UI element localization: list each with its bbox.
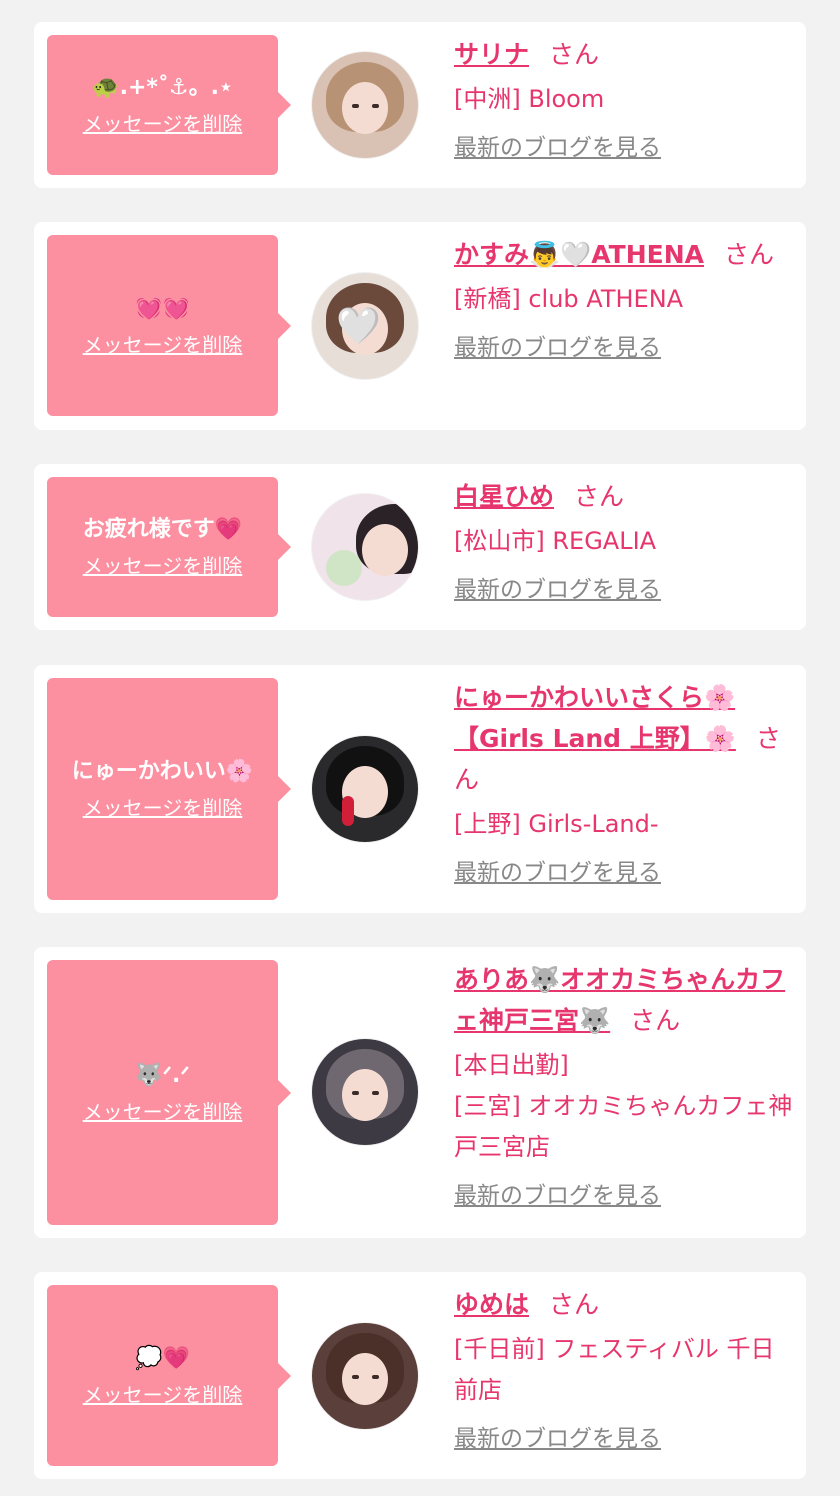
delete-message-link[interactable]: メッセージを削除 (83, 1098, 243, 1126)
honorific: さん (724, 240, 775, 269)
honorific: さん (574, 482, 625, 511)
delete-message-link[interactable]: メッセージを削除 (83, 552, 243, 580)
bouquet-image (326, 550, 362, 586)
avatar[interactable]: 🤍 (312, 273, 418, 379)
latest-blog-link[interactable]: 最新のブログを見る (454, 132, 794, 164)
avatar[interactable] (312, 52, 418, 158)
message-card: 💓💓 メッセージを削除 🤍 かすみ👼🤍ATHENA さん [新橋] club AT… (34, 222, 806, 430)
shop-label: [千日前] フェスティバル 千日前店 (454, 1335, 775, 1404)
cast-name-link[interactable]: ゆめは (454, 1290, 529, 1319)
delete-message-link[interactable]: メッセージを削除 (83, 1381, 243, 1409)
message-bubble: 💭💗 メッセージを削除 (47, 1285, 291, 1466)
message-bubble: にゅーかわいい🌸 メッセージを削除 (47, 678, 291, 900)
message-text: お疲れ様です💗 (82, 517, 243, 542)
message-card: にゅーかわいい🌸 メッセージを削除 にゅーかわいいさくら🌸【Girls Land… (34, 665, 806, 913)
avatar[interactable] (312, 736, 418, 842)
cast-name-link[interactable]: ありあ🐺オオカミちゃんカフェ神戸三宮🐺 (454, 965, 785, 1035)
shop-label: [三宮] オオカミちゃんカフェ神戸三宮店 (454, 1092, 793, 1161)
profile-info: サリナ さん [中洲] Bloom 最新のブログを見る (454, 34, 794, 164)
profile-info: ありあ🐺オオカミちゃんカフェ神戸三宮🐺 さん [本日出勤] [三宮] オオカミちゃ… (454, 959, 794, 1212)
profile-info: にゅーかわいいさくら🌸【Girls Land 上野】🌸 さん [上野] Girls… (454, 677, 794, 889)
profile-info: 白星ひめ さん [松山市] REGALIA 最新のブログを見る (454, 476, 794, 606)
shop-label: [上野] Girls-Land- (454, 810, 659, 838)
cast-name-link[interactable]: 白星ひめ (454, 482, 554, 511)
avatar[interactable] (312, 1323, 418, 1429)
cast-name-link[interactable]: サリナ (454, 40, 529, 69)
message-card: 💭💗 メッセージを削除 ゆめは さん [千日前] フェスティバル 千日前店 最新の… (34, 1272, 806, 1479)
message-card: お疲れ様です💗 メッセージを削除 白星ひめ さん [松山市] REGALIA 最新… (34, 464, 806, 630)
message-text: 💭💗 (135, 1345, 190, 1371)
latest-blog-link[interactable]: 最新のブログを見る (454, 332, 794, 364)
cast-name-link[interactable]: にゅーかわいいさくら🌸【Girls Land 上野】🌸 (454, 683, 736, 753)
message-bubble: 🐢.+*˚⚓︎。.⋆ メッセージを削除 (47, 35, 291, 175)
message-card: 🐢.+*˚⚓︎。.⋆ メッセージを削除 サリナ さん [中洲] Bloom 最新の… (34, 22, 806, 188)
avatar[interactable] (312, 494, 418, 600)
delete-message-link[interactable]: メッセージを削除 (83, 331, 243, 359)
heart-sticker-icon: 🤍 (336, 306, 381, 347)
latest-blog-link[interactable]: 最新のブログを見る (454, 857, 794, 889)
latest-blog-link[interactable]: 最新のブログを見る (454, 1180, 794, 1212)
profile-info: かすみ👼🤍ATHENA さん [新橋] club ATHENA 最新のブログを見る (454, 234, 794, 364)
message-text: 💓💓 (135, 295, 190, 321)
candy-apple-image (342, 796, 354, 826)
delete-message-link[interactable]: メッセージを削除 (83, 794, 243, 822)
profile-info: ゆめは さん [千日前] フェスティバル 千日前店 最新のブログを見る (454, 1284, 794, 1455)
message-text: 🐢.+*˚⚓︎。.⋆ (92, 75, 233, 100)
message-card: 🐺ᐟ.ᐟ メッセージを削除 ありあ🐺オオカミちゃんカフェ神戸三宮🐺 さん [本日出… (34, 947, 806, 1238)
cast-name-link[interactable]: かすみ👼🤍ATHENA (454, 240, 704, 269)
shop-label: [新橋] club ATHENA (454, 285, 684, 313)
honorific: さん (549, 40, 600, 69)
message-bubble: 🐺ᐟ.ᐟ メッセージを削除 (47, 960, 291, 1225)
latest-blog-link[interactable]: 最新のブログを見る (454, 574, 794, 606)
latest-blog-link[interactable]: 最新のブログを見る (454, 1423, 794, 1455)
shop-label: [中洲] Bloom (454, 85, 605, 113)
shop-label: [松山市] REGALIA (454, 527, 657, 555)
message-bubble: 💓💓 メッセージを削除 (47, 235, 291, 416)
honorific: さん (549, 1290, 600, 1319)
honorific: さん (630, 1006, 681, 1035)
message-bubble: お疲れ様です💗 メッセージを削除 (47, 477, 291, 617)
message-text: 🐺ᐟ.ᐟ (135, 1062, 190, 1088)
attendance-status: [本日出勤] (454, 1051, 569, 1079)
avatar[interactable] (312, 1039, 418, 1145)
delete-message-link[interactable]: メッセージを削除 (83, 110, 243, 138)
message-text: にゅーかわいい🌸 (71, 759, 254, 784)
